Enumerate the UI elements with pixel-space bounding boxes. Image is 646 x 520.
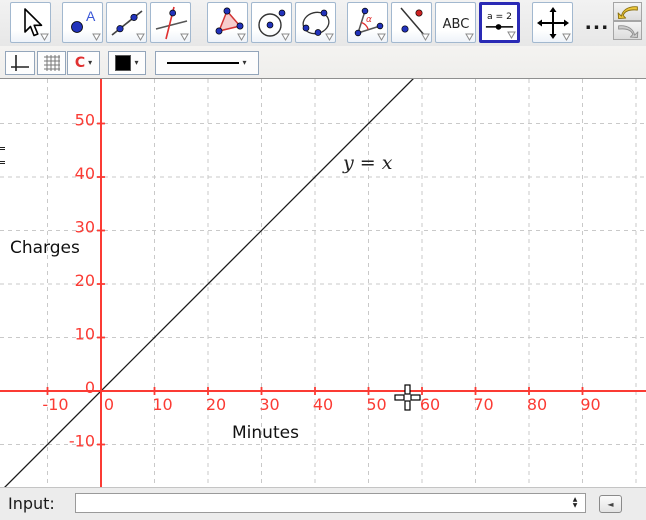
svg-text:50: 50: [75, 111, 95, 130]
svg-text:10: 10: [152, 395, 172, 414]
caret-down-icon: ▾: [88, 59, 92, 67]
svg-text:a = 2: a = 2: [487, 11, 512, 22]
input-help-toggle-button[interactable]: ◄: [599, 495, 622, 513]
svg-text:70: 70: [473, 395, 493, 414]
tool-dropdown-icon[interactable]: [377, 33, 386, 41]
tool-dropdown-icon[interactable]: [465, 33, 474, 41]
svg-text:30: 30: [75, 218, 95, 237]
toolbar: A: [0, 0, 646, 47]
y-axis-caption: Charges: [10, 238, 80, 258]
color-picker-button[interactable]: ▾: [108, 51, 146, 75]
undo-button[interactable]: [613, 2, 642, 21]
tool-dropdown-icon[interactable]: [136, 33, 145, 41]
input-label: Input:: [8, 494, 55, 513]
move-cursor-icon: [394, 384, 421, 411]
graph-canvas[interactable]: -10 0 10 20 30 40 50 60 70 80 90 -10 0 10 20 30 40 50: [0, 79, 646, 487]
tool-dropdown-icon[interactable]: [237, 33, 246, 41]
line-style-icon: [167, 62, 239, 64]
panel-splitter-grip[interactable]: [0, 147, 5, 164]
svg-text:50: 50: [366, 395, 386, 414]
ellipse-tool-button[interactable]: [295, 2, 336, 43]
svg-text:20: 20: [75, 271, 95, 290]
more-tools-button[interactable]: ...: [583, 2, 611, 43]
svg-text:80: 80: [527, 395, 547, 414]
move-graphics-view-tool-button[interactable]: [532, 2, 573, 43]
svg-text:90: 90: [580, 395, 600, 414]
stylebar: C ▾ ▾ ▾: [0, 46, 646, 79]
spinner-down-icon[interactable]: ▼: [573, 503, 578, 509]
graphics-view[interactable]: -10 0 10 20 30 40 50 60 70 80 90 -10 0 10 20 30 40 50 Cha…: [0, 79, 646, 487]
redo-button[interactable]: [613, 21, 642, 40]
triangle-left-icon: ◄: [607, 500, 613, 509]
move-tool-button[interactable]: [10, 2, 51, 43]
tool-dropdown-icon[interactable]: [92, 33, 101, 41]
undo-icon: [616, 4, 640, 19]
x-axis-caption: Minutes: [232, 423, 299, 443]
svg-text:-10: -10: [69, 432, 95, 451]
svg-text:α: α: [366, 15, 372, 25]
caret-down-icon: ▾: [242, 59, 246, 67]
svg-text:40: 40: [75, 164, 95, 183]
grid-icon: [42, 53, 62, 73]
point-capturing-button[interactable]: C ▾: [67, 51, 100, 75]
circle-tool-button[interactable]: [251, 2, 292, 43]
command-input[interactable]: [75, 493, 586, 513]
tool-dropdown-icon[interactable]: [562, 33, 571, 41]
perpendicular-line-tool-button[interactable]: [150, 2, 191, 43]
color-swatch: [115, 55, 131, 71]
input-history-spinner[interactable]: ▲ ▼: [569, 495, 581, 511]
line-equation-label: y = x: [343, 152, 392, 174]
svg-text:A: A: [86, 8, 96, 24]
line-tool-button[interactable]: [106, 2, 147, 43]
toggle-grid-button[interactable]: [37, 51, 66, 75]
text-tool-button[interactable]: ABC: [435, 2, 476, 43]
tool-dropdown-icon[interactable]: [40, 33, 49, 41]
slider-tool-button[interactable]: a = 2: [479, 2, 520, 43]
svg-text:60: 60: [420, 395, 440, 414]
svg-text:40: 40: [313, 395, 333, 414]
angle-tool-button[interactable]: α: [347, 2, 388, 43]
point-tool-button[interactable]: A: [62, 2, 103, 43]
polygon-tool-button[interactable]: [207, 2, 248, 43]
svg-text:-10: -10: [42, 395, 68, 414]
caret-down-icon: ▾: [134, 59, 138, 67]
svg-text:10: 10: [75, 325, 95, 344]
line-style-button[interactable]: ▾: [155, 51, 259, 75]
svg-text:0: 0: [85, 378, 95, 397]
svg-text:0: 0: [104, 395, 114, 414]
reflect-tool-button[interactable]: [391, 2, 432, 43]
tool-dropdown-icon[interactable]: [421, 33, 430, 41]
magnet-icon: C: [75, 56, 85, 70]
tool-dropdown-icon[interactable]: [325, 33, 334, 41]
tool-dropdown-icon[interactable]: [281, 33, 290, 41]
redo-icon: [616, 23, 640, 38]
axes-icon: [9, 53, 31, 73]
svg-text:ABC: ABC: [442, 17, 469, 32]
svg-text:20: 20: [206, 395, 226, 414]
tool-dropdown-icon[interactable]: [180, 33, 189, 41]
input-bar: Input: ▲ ▼ ◄: [0, 487, 646, 520]
toggle-axes-button[interactable]: [5, 51, 35, 75]
geogebra-window: A: [0, 0, 646, 520]
svg-text:30: 30: [259, 395, 279, 414]
tool-dropdown-icon[interactable]: [507, 31, 516, 39]
